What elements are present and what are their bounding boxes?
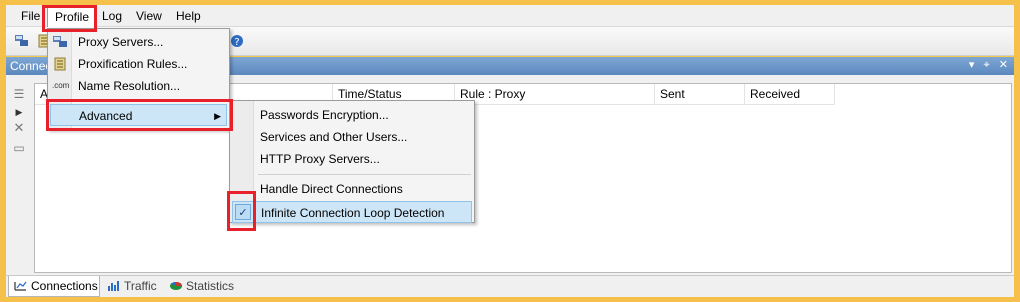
menu-view[interactable]: View [129,5,169,27]
menu-item-advanced[interactable]: Advanced ▶ [50,104,227,126]
expand-arrow-icon[interactable]: ▶ [12,105,26,119]
menu-item-name-resolution[interactable]: .com Name Resolution... [48,75,229,97]
list-view-icon[interactable]: ☰ [12,87,26,101]
menu-log[interactable]: Log [95,5,129,27]
tab-traffic[interactable]: Traffic [102,276,162,297]
menu-help[interactable]: Help [169,5,208,27]
menu-item-services-other-users[interactable]: Services and Other Users... [230,126,474,148]
disconnect-icon[interactable]: ▭ [12,141,26,155]
menu-file[interactable]: File [14,5,47,27]
tab-connections[interactable]: Connections [8,276,100,297]
side-toolbar: ☰ ▶ ✕ ▭ [6,75,34,275]
profile-menu: Proxy Servers... Proxification Rules... … [47,28,230,130]
dns-icon: .com [52,81,70,90]
menu-item-passwords-encryption[interactable]: Passwords Encryption... [230,104,474,126]
proxy-servers-icon[interactable] [14,34,29,48]
menu-separator [76,100,226,101]
menu-item-http-proxy-servers[interactable]: HTTP Proxy Servers... [230,148,474,170]
menu-bar: File Profile Log View Help [6,5,1014,28]
connections-icon [14,280,28,292]
column-header-sent[interactable]: Sent [655,84,745,105]
svg-text:?: ? [234,37,239,48]
menu-item-proxification-rules[interactable]: Proxification Rules... [48,53,229,75]
close-connection-icon[interactable]: ✕ [12,121,26,135]
pin-icon[interactable]: ⌖ [984,59,990,71]
panel-title-text: Connec [10,59,52,73]
panel-controls: ▾ ⌖ ✕ [963,58,1008,72]
statistics-icon [169,280,183,292]
menu-profile[interactable]: Profile [47,5,98,28]
column-header-received[interactable]: Received [745,84,835,105]
traffic-icon [107,280,121,292]
advanced-submenu: Passwords Encryption... Services and Oth… [229,100,475,223]
submenu-separator [258,174,471,175]
checkmark-icon: ✓ [235,204,251,220]
panel-menu-icon[interactable]: ▾ [969,59,975,71]
submenu-arrow-icon: ▶ [214,111,221,121]
menu-item-handle-direct-connections[interactable]: Handle Direct Connections [230,178,474,200]
help-icon[interactable]: ? [230,34,245,48]
tab-statistics[interactable]: Statistics [164,276,242,297]
rules-icon [52,57,68,71]
bottom-tab-bar: Connections Traffic Statistics [6,275,1014,297]
column-header-rule-proxy[interactable]: Rule : Proxy [455,84,655,105]
menu-item-infinite-connection-loop-detection[interactable]: ✓ Infinite Connection Loop Detection [232,201,472,223]
proxy-servers-icon [52,35,68,49]
menu-item-proxy-servers[interactable]: Proxy Servers... [48,31,229,53]
close-icon[interactable]: ✕ [999,59,1008,71]
